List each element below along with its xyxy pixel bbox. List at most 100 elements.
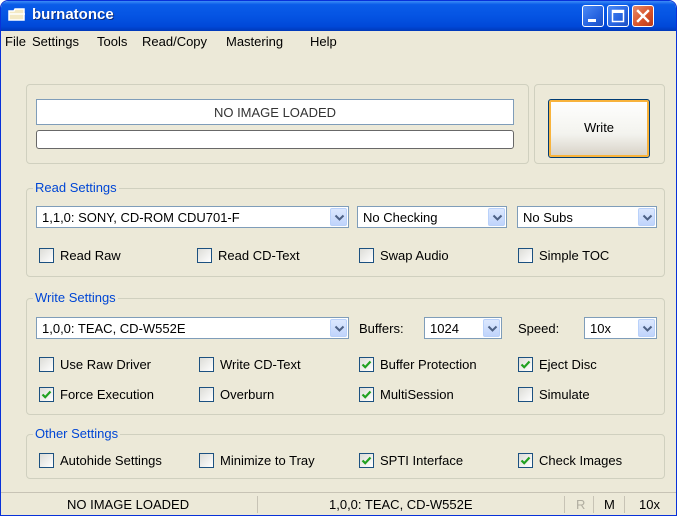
checkbox-box[interactable] [199, 387, 214, 402]
checkbox-box[interactable] [199, 453, 214, 468]
checkbox-box[interactable] [518, 248, 533, 263]
overburn-label: Overburn [220, 387, 275, 402]
read-settings-label: Read Settings [33, 180, 119, 195]
chevron-down-icon[interactable] [488, 208, 505, 226]
chevron-down-icon[interactable] [638, 319, 655, 337]
check-images-checkbox[interactable]: Check Images [518, 451, 658, 469]
checkmark-icon [361, 360, 372, 369]
overburn-checkbox[interactable]: Overburn [199, 385, 349, 403]
read-subs-value: No Subs [523, 210, 573, 225]
read-checking-select[interactable]: No Checking [357, 206, 507, 228]
checkbox-box[interactable] [359, 387, 374, 402]
close-icon [633, 9, 653, 30]
speed-label: Speed: [518, 321, 560, 336]
checkmark-icon [520, 456, 531, 465]
checkbox-box[interactable] [39, 357, 54, 372]
status-drive: 1,0,0: TEAC, CD-W552E [329, 497, 473, 512]
write-button[interactable]: Write [548, 99, 650, 158]
multisession-label: MultiSession [380, 387, 454, 402]
write-drive-select[interactable]: 1,0,0: TEAC, CD-W552E [36, 317, 349, 339]
app-window: burnatonce File Settings Tools Read/Copy… [0, 0, 677, 516]
checkbox-box[interactable] [199, 357, 214, 372]
write-drive-value: 1,0,0: TEAC, CD-W552E [42, 321, 186, 336]
menu-tools[interactable]: Tools [97, 34, 127, 49]
burn-progress-bar [36, 130, 514, 149]
image-display: NO IMAGE LOADED [36, 99, 514, 125]
image-status-text: NO IMAGE LOADED [213, 105, 337, 120]
buffer-protection-label: Buffer Protection [380, 357, 477, 372]
chevron-down-icon[interactable] [330, 208, 347, 226]
simulate-label: Simulate [539, 387, 590, 402]
minimize-to-tray-checkbox[interactable]: Minimize to Tray [199, 451, 349, 469]
read-drive-select[interactable]: 1,1,0: SONY, CD-ROM CDU701-F [36, 206, 349, 228]
status-speed: 10x [639, 497, 660, 512]
write-settings-label: Write Settings [33, 290, 118, 305]
title-bar[interactable]: burnatonce [1, 1, 676, 31]
image-panel: NO IMAGE LOADED [26, 84, 529, 164]
eject-disc-checkbox[interactable]: Eject Disc [518, 355, 658, 373]
multisession-checkbox[interactable]: MultiSession [359, 385, 509, 403]
force-execution-checkbox[interactable]: Force Execution [39, 385, 189, 403]
simple-toc-label: Simple TOC [539, 248, 610, 263]
checkbox-box[interactable] [518, 453, 533, 468]
checkmark-icon [361, 390, 372, 399]
menu-settings[interactable]: Settings [32, 34, 79, 49]
checkmark-icon [41, 390, 52, 399]
read-raw-label: Read Raw [60, 248, 121, 263]
chevron-down-icon[interactable] [483, 319, 500, 337]
simple-toc-checkbox[interactable]: Simple TOC [518, 246, 658, 264]
checkbox-box[interactable] [359, 248, 374, 263]
status-separator [624, 496, 625, 513]
checkbox-box[interactable] [359, 357, 374, 372]
use-raw-driver-checkbox[interactable]: Use Raw Driver [39, 355, 189, 373]
status-separator [257, 496, 258, 513]
buffers-select[interactable]: 1024 [424, 317, 502, 339]
write-button-label: Write [583, 120, 615, 135]
minimize-icon [583, 15, 603, 30]
write-cd-text-checkbox[interactable]: Write CD-Text [199, 355, 349, 373]
checkbox-box[interactable] [518, 357, 533, 372]
read-raw-checkbox[interactable]: Read Raw [39, 246, 169, 264]
speed-select[interactable]: 10x [584, 317, 657, 339]
minimize-button[interactable] [582, 5, 604, 27]
swap-audio-checkbox[interactable]: Swap Audio [359, 246, 499, 264]
read-subs-select[interactable]: No Subs [517, 206, 657, 228]
maximize-button[interactable] [607, 5, 629, 27]
menu-help[interactable]: Help [310, 34, 337, 49]
check-images-label: Check Images [539, 453, 623, 468]
checkmark-icon [361, 456, 372, 465]
status-read-indicator: R [576, 497, 586, 512]
eject-disc-label: Eject Disc [539, 357, 597, 372]
checkbox-box[interactable] [518, 387, 533, 402]
spti-interface-label: SPTI Interface [380, 453, 464, 468]
checkbox-box[interactable] [39, 453, 54, 468]
spti-interface-checkbox[interactable]: SPTI Interface [359, 451, 509, 469]
checkbox-box[interactable] [39, 248, 54, 263]
other-settings-group: Other Settings Autohide Settings Minimiz… [26, 426, 665, 479]
read-cd-text-checkbox[interactable]: Read CD-Text [197, 246, 337, 264]
read-cd-text-label: Read CD-Text [218, 248, 300, 263]
swap-audio-label: Swap Audio [380, 248, 449, 263]
app-folder-icon [8, 8, 26, 22]
checkbox-box[interactable] [39, 387, 54, 402]
checkbox-box[interactable] [359, 453, 374, 468]
buffer-protection-checkbox[interactable]: Buffer Protection [359, 355, 514, 373]
status-mode-indicator: M [604, 497, 615, 512]
simulate-checkbox[interactable]: Simulate [518, 385, 658, 403]
checkbox-box[interactable] [197, 248, 212, 263]
menu-file[interactable]: File [5, 34, 26, 49]
status-separator [564, 496, 565, 513]
chevron-down-icon[interactable] [638, 208, 655, 226]
menu-mastering[interactable]: Mastering [226, 34, 283, 49]
autohide-settings-checkbox[interactable]: Autohide Settings [39, 451, 189, 469]
status-bar: NO IMAGE LOADED 1,0,0: TEAC, CD-W552E R … [1, 492, 676, 515]
close-button[interactable] [632, 5, 654, 27]
autohide-settings-label: Autohide Settings [60, 453, 162, 468]
window-title: burnatonce [32, 6, 114, 23]
menu-read-copy[interactable]: Read/Copy [142, 34, 207, 49]
chevron-down-icon[interactable] [330, 319, 347, 337]
read-checking-value: No Checking [363, 210, 438, 225]
write-cd-text-label: Write CD-Text [220, 357, 301, 372]
minimize-to-tray-label: Minimize to Tray [220, 453, 315, 468]
buffers-label: Buffers: [359, 321, 404, 336]
